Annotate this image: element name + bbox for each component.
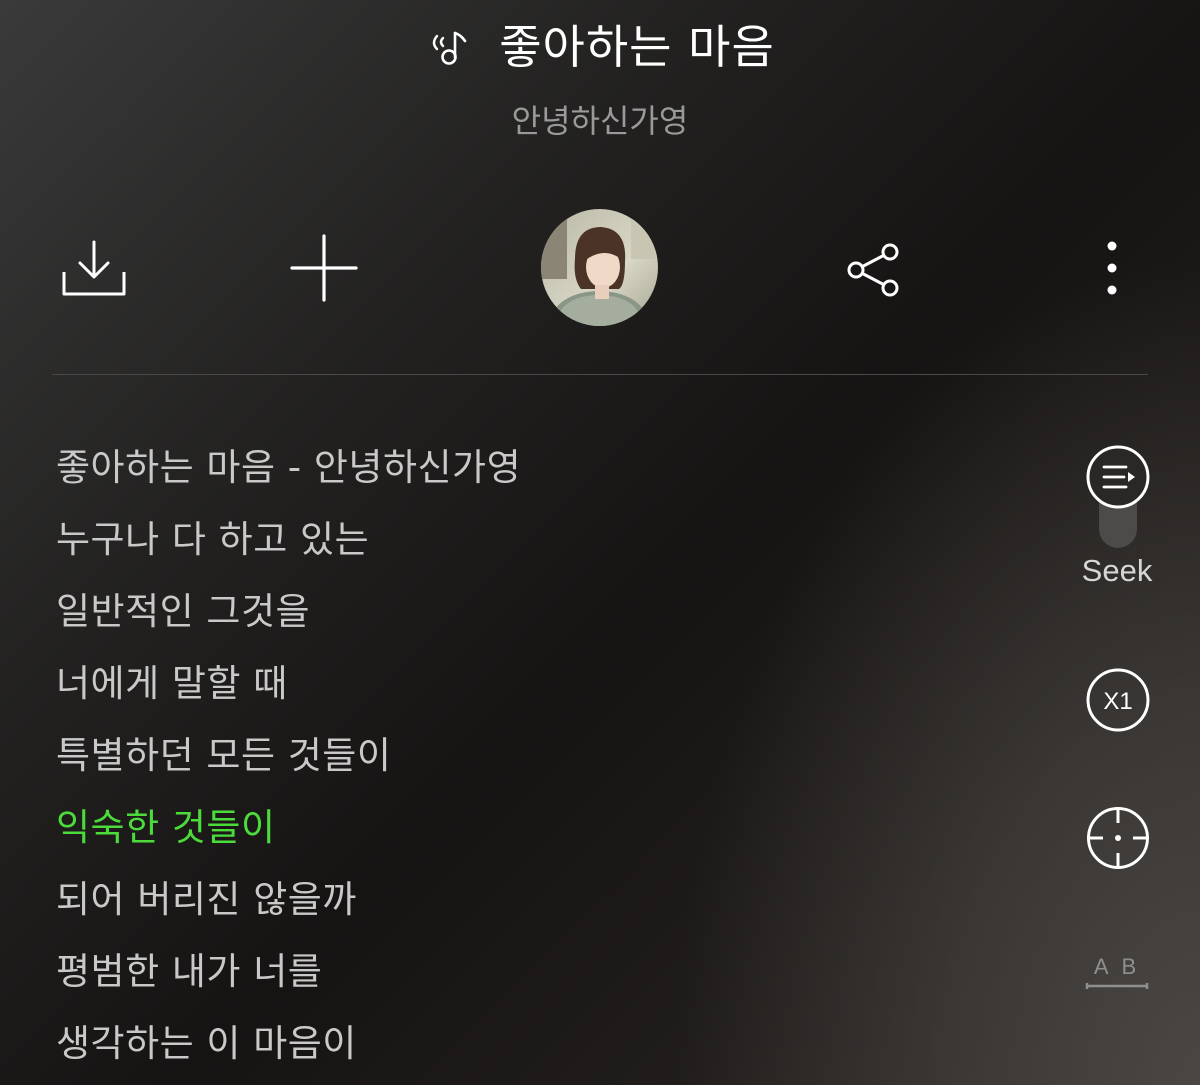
avatar-photo	[541, 209, 658, 326]
lyric-line[interactable]: 되어 버리진 않을까	[56, 864, 1016, 936]
more-button[interactable]	[1090, 236, 1134, 300]
ab-label: A B	[1094, 954, 1140, 979]
download-icon	[62, 240, 126, 296]
music-note-sound-icon	[433, 31, 467, 65]
lyrics-list: 좋아하는 마음 - 안녕하신가영 누구나 다 하고 있는 일반적인 그것을 너에…	[56, 432, 1016, 1080]
seek-button[interactable]	[1084, 443, 1152, 511]
share-icon	[847, 243, 899, 297]
plus-icon	[290, 234, 358, 302]
lyric-line[interactable]: 특별하던 모든 것들이	[56, 720, 1016, 792]
add-button[interactable]	[286, 232, 362, 304]
lyric-line[interactable]: 누구나 다 하고 있는	[56, 504, 1016, 576]
song-title: 좋아하는 마음	[499, 20, 775, 74]
lyrics-seek-icon	[1086, 445, 1150, 509]
ab-repeat-button[interactable]: A B	[1084, 952, 1150, 994]
ab-repeat-icon: A B	[1085, 954, 1149, 989]
speed-icon: X1	[1086, 668, 1150, 732]
lyric-line-active[interactable]: 익숙한 것들이	[56, 792, 1016, 864]
download-button[interactable]	[56, 236, 132, 300]
speed-button[interactable]: X1	[1085, 667, 1151, 733]
lyric-line[interactable]: 좋아하는 마음 - 안녕하신가영	[56, 432, 1016, 504]
lyric-line[interactable]: 생각하는 이 마음이	[56, 1008, 1016, 1080]
lyric-line[interactable]: 평범한 내가 너를	[56, 936, 1016, 1008]
crosshair-icon	[1087, 807, 1149, 869]
artist-name[interactable]: 안녕하신가영	[0, 96, 1200, 142]
artist-avatar[interactable]	[541, 209, 658, 326]
speed-label: X1	[1103, 688, 1132, 715]
divider	[52, 374, 1148, 375]
locate-current-button[interactable]	[1085, 805, 1151, 871]
title-row: 좋아하는 마음	[0, 12, 1200, 76]
more-vertical-icon	[1107, 241, 1117, 295]
lyric-line[interactable]: 너에게 말할 때	[56, 648, 1016, 720]
share-button[interactable]	[842, 238, 906, 302]
seek-label: Seek	[1081, 553, 1153, 588]
lyric-line[interactable]: 일반적인 그것을	[56, 576, 1016, 648]
